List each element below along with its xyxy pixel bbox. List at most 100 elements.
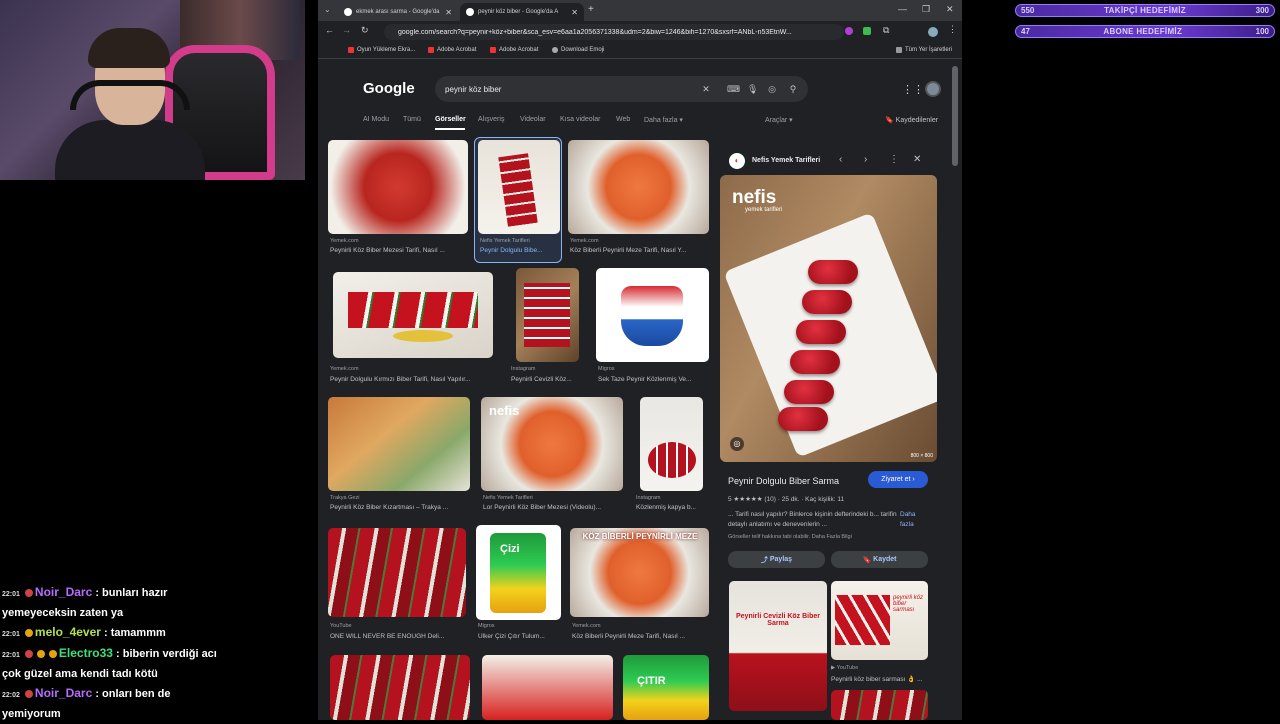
share-button[interactable]: ⤴ Paylaş [728, 551, 825, 568]
result-title[interactable]: Peynirli Köz Biber Kızartması – Trakya .… [330, 504, 470, 511]
saved-button[interactable]: 🔖 Kaydedilenler [885, 116, 938, 124]
profile-avatar[interactable] [928, 27, 938, 37]
image-result[interactable] [640, 397, 703, 491]
image-result[interactable]: KÖZ BİBERLİ PEYNİRLİ MEZE [570, 528, 709, 617]
bookmark-item[interactable]: Download Emoji [552, 47, 604, 53]
result-title[interactable]: Ülker Çizi Çıtır Tulum... [478, 633, 568, 640]
browser-menu-icon[interactable]: ⋮ [948, 24, 957, 35]
image-result[interactable] [330, 655, 470, 720]
extension-icon[interactable] [863, 27, 871, 35]
extension-icon[interactable] [845, 27, 853, 35]
lens-icon[interactable]: ◎ [767, 84, 777, 94]
reload-icon[interactable]: ↻ [361, 25, 369, 36]
preview-image[interactable]: nefis yemek tarifleri ◎ 800 × 800 [720, 175, 937, 462]
account-avatar[interactable] [925, 81, 941, 97]
image-result[interactable] [516, 268, 579, 362]
chat-message: 22:02 Noir_Darc : onları ben de [2, 686, 171, 700]
close-tab-icon[interactable]: ✕ [445, 8, 452, 17]
image-result[interactable] [328, 397, 470, 491]
follower-goal-bar: 550 TAKİPÇİ HEDEFİMİZ 300 [1015, 4, 1275, 17]
tools-button[interactable]: Araçlar ▾ [765, 116, 793, 124]
image-result[interactable]: ÇITIR [623, 655, 709, 720]
result-title[interactable]: Köz Biberli Peynirli Meze Tarifi, Nasıl … [570, 247, 710, 254]
result-title[interactable]: Peynirli Köz Biber Mezesi Tarifi, Nasıl … [330, 247, 470, 254]
tab-peynir[interactable]: peynir köz biber - Google'da A ✕ [460, 3, 584, 21]
tab-search-icon[interactable]: ⌄ [324, 5, 331, 14]
forward-icon[interactable]: → [342, 25, 351, 35]
keyboard-icon[interactable]: ⌨ [727, 84, 740, 94]
related-image[interactable]: peynirli köz biber sarması [831, 581, 928, 660]
image-result[interactable] [568, 140, 709, 234]
tab-web[interactable]: Web [616, 116, 630, 123]
bookmark-item[interactable]: Adobe Acrobat [490, 47, 538, 53]
cizi-logo-text: Çizi [500, 543, 520, 555]
lens-search-icon[interactable]: ◎ [730, 437, 744, 451]
result-source: Yemek.com [330, 238, 359, 244]
chat-message: 22:01 melo_4ever : tamammm [2, 625, 166, 639]
tab-shopping[interactable]: Alışveriş [478, 116, 504, 123]
active-tab-indicator [435, 128, 465, 130]
image-result[interactable] [333, 272, 493, 358]
tab-ekmek[interactable]: ekmek arası sarma - Google'da ✕ [338, 3, 458, 21]
image-result[interactable]: Çizi [476, 525, 561, 620]
panel-title[interactable]: Peynir Dolgulu Biber Sarma [728, 476, 839, 486]
image-result-selected[interactable] [478, 140, 560, 234]
related-caption[interactable]: Peynirli köz biber sarması 👌 ... [831, 675, 926, 683]
save-button[interactable]: 🔖 Kaydet [831, 551, 928, 568]
nefis-watermark: nefis [732, 187, 777, 208]
related-image-title: Peynirli Cevizli Köz Biber Sarma [735, 613, 821, 627]
tab-more[interactable]: Daha fazla ▾ [644, 116, 683, 124]
close-window-icon[interactable]: ✕ [946, 4, 954, 15]
result-title[interactable]: Peynirli Cevizli Köz... [511, 376, 581, 383]
image-result[interactable]: nefis [481, 397, 623, 491]
prev-image-icon[interactable]: ‹ [839, 154, 842, 165]
apps-grid-icon[interactable]: ⋮⋮ [902, 83, 924, 96]
google-favicon-icon [466, 8, 474, 16]
scrollbar[interactable] [952, 66, 958, 166]
address-bar[interactable]: google.com/search?q=peynir+köz+biber&sca… [384, 24, 844, 40]
image-result[interactable] [596, 268, 709, 362]
more-link[interactable]: Daha fazla [900, 510, 930, 530]
result-title[interactable]: Peynir Dolgulu Bibe... [480, 247, 560, 254]
image-result[interactable] [482, 655, 613, 720]
bookmark-item[interactable]: Oyun Yükleme Ekra... [348, 47, 415, 53]
clear-search-icon[interactable]: ✕ [701, 84, 711, 94]
extensions-puzzle-icon[interactable]: ⧉ [883, 25, 889, 36]
tab-ai-mode[interactable]: AI Modu [363, 116, 389, 123]
search-icon[interactable]: ⚲ [788, 84, 798, 94]
next-image-icon[interactable]: › [864, 154, 867, 165]
panel-site-name[interactable]: Nefis Yemek Tarifleri [752, 157, 820, 164]
related-image[interactable] [831, 690, 928, 720]
tab-all[interactable]: Tümü [403, 116, 421, 123]
tab-images[interactable]: Görseller [435, 116, 466, 123]
more-options-icon[interactable]: ⋮ [889, 154, 899, 165]
google-logo[interactable]: Google [363, 80, 415, 97]
image-result[interactable] [328, 140, 468, 234]
result-title[interactable]: Közlenmiş kapya b... [636, 504, 708, 511]
minimize-icon[interactable]: — [898, 4, 907, 14]
result-title[interactable]: Lor Peynirli Köz Biber Mezesi (Videolu).… [483, 504, 623, 511]
visit-button[interactable]: Ziyaret et › [868, 471, 928, 488]
related-image[interactable]: Peynirli Cevizli Köz Biber Sarma [729, 581, 827, 711]
citir-logo-text: ÇITIR [637, 675, 666, 687]
tab-short-videos[interactable]: Kısa videolar [560, 116, 600, 123]
result-source: Trakya Gezi [330, 495, 360, 501]
close-tab-icon[interactable]: ✕ [571, 8, 578, 17]
bookmark-item[interactable]: Adobe Acrobat [428, 47, 476, 53]
result-source: Yemek.com [572, 623, 601, 629]
recipe-rating: 5 ★★★★★ (10) · 25 dk. · Kaç kişilik: 11 [728, 496, 845, 503]
mic-icon[interactable]: 🎙 [747, 84, 758, 94]
back-icon[interactable]: ← [325, 25, 334, 35]
tab-bar: ⌄ ekmek arası sarma - Google'da ✕ peynir … [318, 0, 962, 21]
all-bookmarks[interactable]: Tüm Yer İşaretleri [896, 47, 952, 53]
maximize-icon[interactable]: ❐ [922, 4, 930, 15]
close-panel-icon[interactable]: ✕ [913, 154, 921, 165]
browser-window: ⌄ ekmek arası sarma - Google'da ✕ peynir … [318, 0, 962, 720]
result-title[interactable]: ONE WILL NEVER BE ENOUGH Deli... [330, 633, 470, 640]
tab-videos[interactable]: Videolar [520, 116, 546, 123]
result-title[interactable]: Sek Taze Peynir Közlenmiş Ve... [598, 376, 708, 383]
image-result[interactable] [328, 528, 466, 617]
result-title[interactable]: Peynir Dolgulu Kırmızı Biber Tarifi, Nas… [330, 376, 500, 383]
result-title[interactable]: Köz Biberli Peynirli Meze Tarifi, Nasıl … [572, 633, 712, 640]
new-tab-button[interactable]: + [588, 4, 594, 15]
